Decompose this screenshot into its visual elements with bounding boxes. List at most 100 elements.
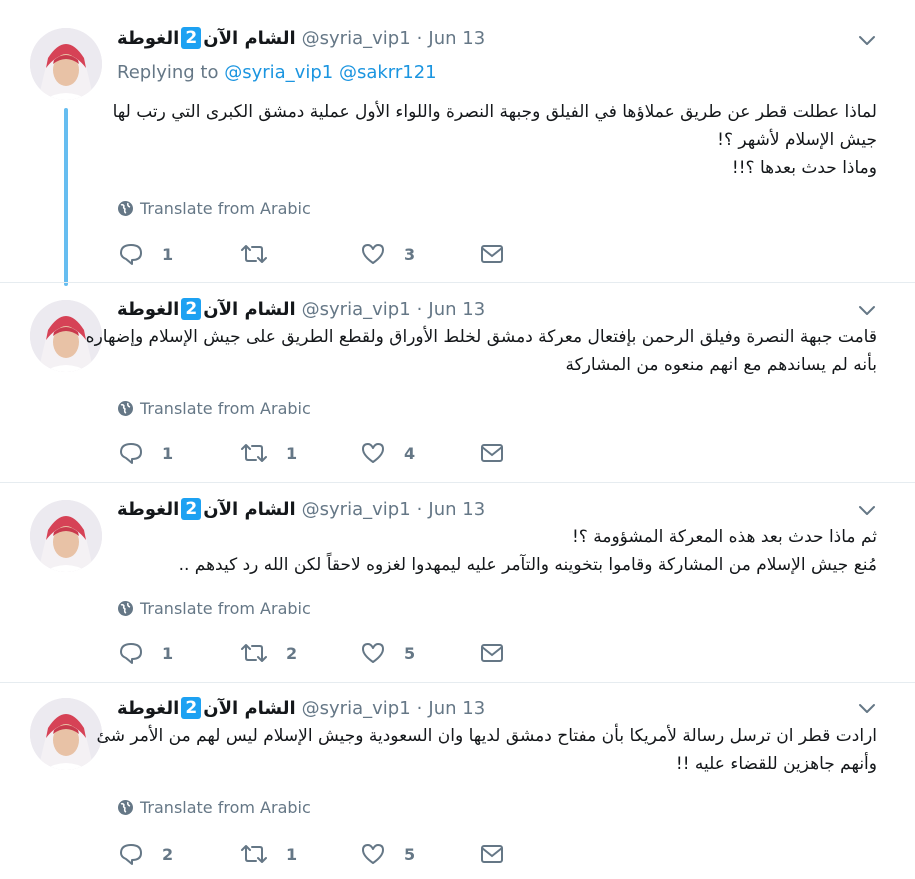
chevron-down-icon[interactable] (856, 32, 878, 48)
author-name-badge: 2 (181, 697, 202, 719)
tweet-header: الشام الآن 2 الغوطة @syria_vip1 · Jun 13 (117, 297, 485, 321)
tweet-date[interactable]: Jun 13 (428, 28, 485, 49)
retweet-button[interactable]: 1 (240, 842, 297, 866)
direct-message-icon (481, 444, 503, 462)
tweet-2[interactable]: الشام الآن 2 الغوطة @syria_vip1 · Jun 13… (0, 282, 915, 483)
like-count: 5 (404, 643, 416, 663)
reply-count: 1 (162, 643, 174, 663)
author-name-part1: الشام الآن (203, 298, 296, 320)
avatar[interactable] (30, 500, 102, 572)
reply-icon (120, 844, 142, 865)
author-name[interactable]: الشام الآن 2 الغوطة (117, 498, 296, 520)
author-handle[interactable]: @syria_vip1 (302, 299, 411, 320)
retweet-count: 2 (286, 643, 298, 663)
direct-message-button[interactable] (480, 641, 504, 665)
like-count: 5 (404, 844, 416, 864)
chevron-down-icon[interactable] (856, 302, 878, 318)
author-name[interactable]: الشام الآن 2 الغوطة (117, 298, 296, 320)
chevron-down-icon[interactable] (856, 502, 878, 518)
translate-label: Translate from Arabic (140, 798, 311, 817)
globe-icon (118, 601, 133, 616)
like-icon (362, 844, 384, 864)
replying-to-user[interactable]: @sakrr121 (339, 62, 437, 83)
direct-message-button[interactable] (480, 242, 504, 266)
avatar-image (30, 698, 102, 770)
separator-dot: · (416, 498, 423, 520)
translate-link[interactable]: Translate from Arabic (117, 399, 311, 418)
translate-link[interactable]: Translate from Arabic (117, 199, 311, 218)
author-name-part1: الشام الآن (203, 27, 296, 49)
like-icon (362, 443, 384, 463)
author-name-part2: الغوطة (117, 298, 180, 320)
separator-dot: · (416, 298, 423, 320)
like-count: 4 (404, 443, 416, 463)
translate-link[interactable]: Translate from Arabic (117, 599, 311, 618)
tweet-date[interactable]: Jun 13 (428, 499, 485, 520)
author-name-part1: الشام الآن (203, 498, 296, 520)
author-name[interactable]: الشام الآن 2 الغوطة (117, 697, 296, 719)
author-name[interactable]: الشام الآن 2 الغوطة (117, 27, 296, 49)
tweet-actions: 1 3 (118, 242, 518, 266)
tweet-text-line: وأنهم جاهزين للقضاء عليه !! (675, 754, 877, 774)
direct-message-button[interactable] (480, 441, 504, 465)
translate-link[interactable]: Translate from Arabic (117, 798, 311, 817)
globe-icon (118, 800, 133, 815)
tweet-text-line: بأنه لم يساندهم مع انهم منعوه من المشارك… (565, 355, 877, 375)
tweet-header: الشام الآن 2 الغوطة @syria_vip1 · Jun 13 (117, 696, 485, 720)
globe-icon (118, 401, 133, 416)
direct-message-button[interactable] (480, 842, 504, 866)
like-count: 3 (404, 244, 416, 264)
author-name-part2: الغوطة (117, 697, 180, 719)
author-name-badge: 2 (181, 498, 202, 520)
like-icon (362, 643, 384, 663)
tweet-1[interactable]: الشام الآن 2 الغوطة @syria_vip1 · Jun 13… (0, 0, 915, 283)
like-icon (362, 244, 384, 264)
retweet-icon (241, 845, 267, 863)
replying-to-label: Replying to (117, 62, 219, 83)
tweet-text: ارادت قطر ان ترسل رسالة لأمريكا بأن مفتا… (97, 722, 877, 778)
tweet-header: الشام الآن 2 الغوطة @syria_vip1 · Jun 13 (117, 26, 485, 50)
tweet-actions: 1 1 4 (118, 441, 518, 465)
reply-button[interactable]: 1 (118, 641, 173, 665)
tweet-4[interactable]: الشام الآن 2 الغوطة @syria_vip1 · Jun 13… (0, 682, 915, 879)
reply-button[interactable]: 1 (118, 441, 173, 465)
globe-icon (118, 201, 133, 216)
retweet-icon (241, 644, 267, 662)
retweet-button[interactable]: 1 (240, 441, 297, 465)
like-button[interactable]: 3 (360, 242, 415, 266)
tweet-actions: 1 2 5 (118, 641, 518, 665)
reply-icon (120, 244, 142, 265)
replying-to-user[interactable]: @syria_vip1 (224, 62, 333, 83)
like-button[interactable]: 5 (360, 641, 415, 665)
like-button[interactable]: 4 (360, 441, 415, 465)
like-button[interactable]: 5 (360, 842, 415, 866)
translate-label: Translate from Arabic (140, 199, 311, 218)
reply-button[interactable]: 1 (118, 242, 173, 266)
retweet-count: 1 (286, 844, 298, 864)
author-handle[interactable]: @syria_vip1 (302, 28, 411, 49)
tweet-text-line: وماذا حدث بعدها ؟!! (731, 158, 877, 178)
avatar-image (30, 28, 102, 100)
tweet-date[interactable]: Jun 13 (428, 698, 485, 719)
reply-count: 1 (162, 443, 174, 463)
translate-label: Translate from Arabic (140, 599, 311, 618)
direct-message-icon (481, 644, 503, 662)
reply-button[interactable]: 2 (118, 842, 173, 866)
tweet-date[interactable]: Jun 13 (428, 299, 485, 320)
author-handle[interactable]: @syria_vip1 (302, 499, 411, 520)
tweet-actions: 2 1 5 (118, 842, 518, 866)
chevron-down-icon[interactable] (856, 700, 878, 716)
retweet-button[interactable] (240, 242, 286, 266)
author-handle[interactable]: @syria_vip1 (302, 698, 411, 719)
tweet-3[interactable]: الشام الآن 2 الغوطة @syria_vip1 · Jun 13… (0, 482, 915, 683)
retweet-button[interactable]: 2 (240, 641, 297, 665)
author-name-badge: 2 (181, 298, 202, 320)
tweet-text: لماذا عطلت قطر عن طريق عملاؤها في الفيلق… (113, 98, 877, 182)
avatar[interactable] (30, 28, 102, 100)
reply-icon (120, 443, 142, 464)
avatar[interactable] (30, 698, 102, 770)
direct-message-icon (481, 245, 503, 263)
author-name-part2: الغوطة (117, 498, 180, 520)
avatar-image (30, 500, 102, 572)
direct-message-icon (481, 845, 503, 863)
